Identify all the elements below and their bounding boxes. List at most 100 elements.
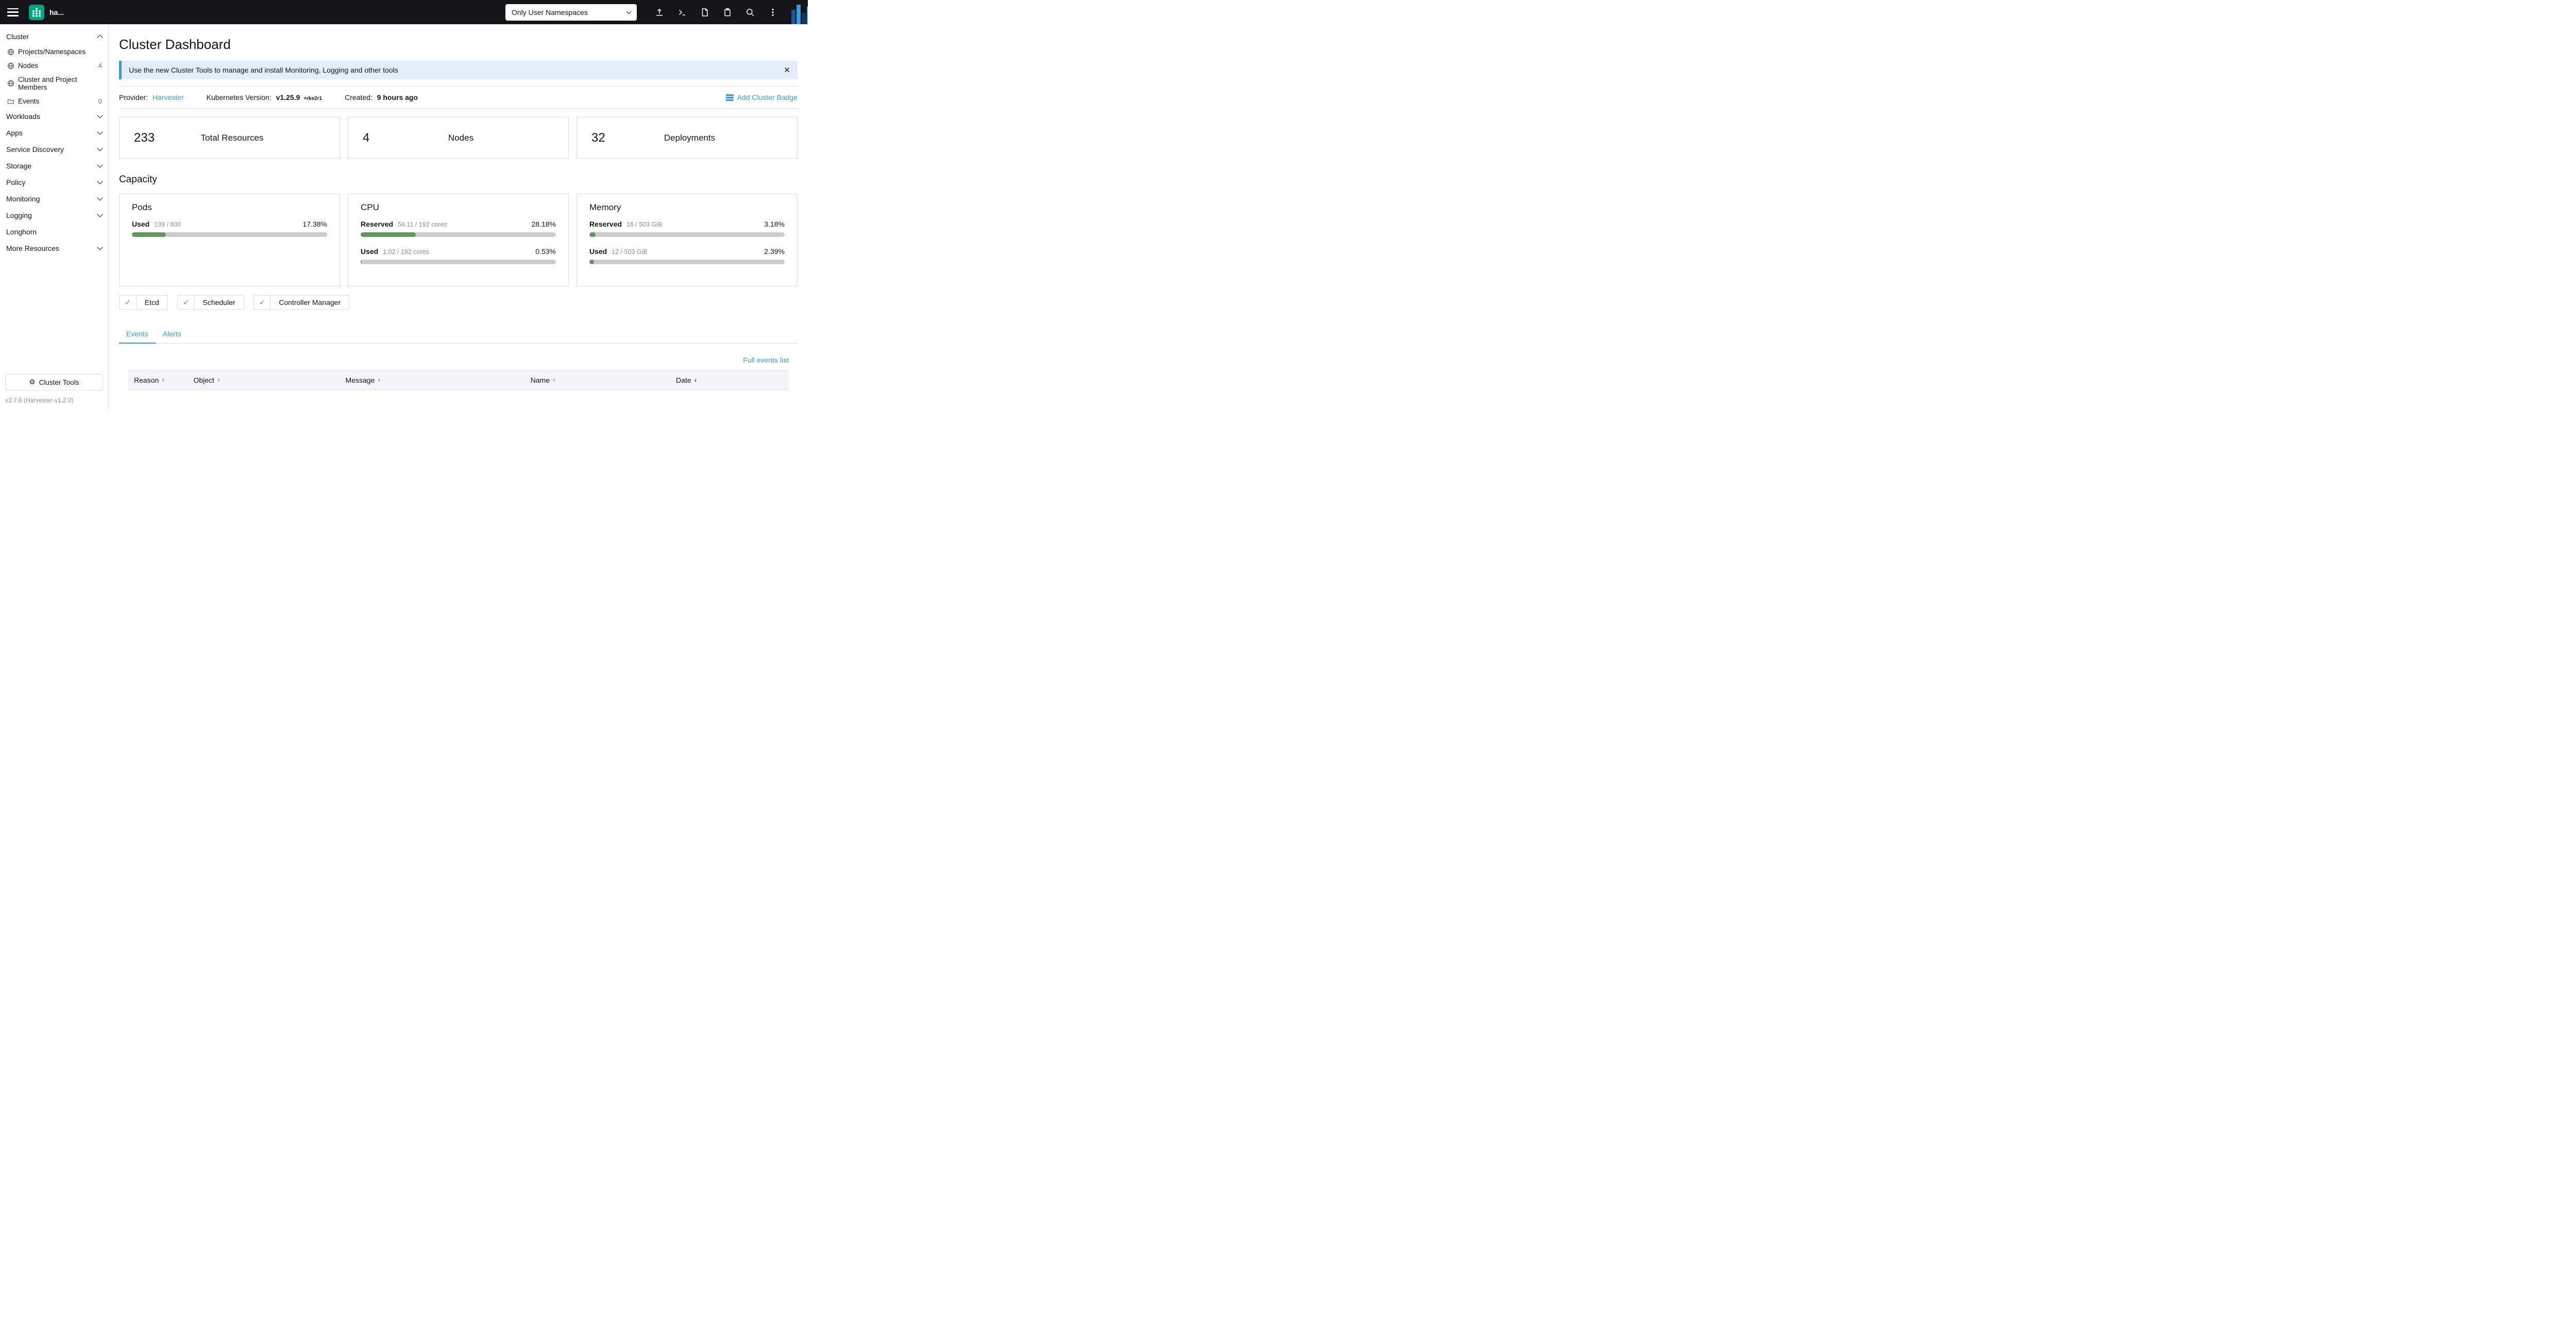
capacity-card-title: CPU [361, 202, 556, 213]
sidebar-group-monitoring[interactable]: Monitoring [0, 191, 108, 207]
gear-icon: ⚙ [29, 378, 36, 386]
namespace-filter-value: Only User Namespaces [512, 8, 588, 16]
capacity-card-memory: Memory Reserved 16 / 503 GiB 3.18% Used … [577, 194, 798, 286]
sidebar-group-cluster[interactable]: Cluster [0, 28, 108, 45]
tab-events[interactable]: Events [119, 325, 156, 344]
cpu-used-progress [361, 260, 556, 264]
folder-icon [7, 98, 14, 105]
provider-link[interactable]: Harvester [152, 93, 184, 101]
sidebar-group-label: Monitoring [6, 195, 40, 203]
column-header-name[interactable]: Name▲▼ [524, 371, 670, 390]
health-chip-etcd: ✓ Etcd [119, 295, 168, 310]
import-yaml-icon[interactable] [648, 1, 671, 24]
sort-icon: ▲▼ [217, 379, 221, 383]
sidebar-group-label: Service Discovery [6, 145, 64, 154]
globe-icon [7, 62, 14, 70]
check-icon: ✓ [120, 296, 137, 309]
capacity-metric-percent: 3.18% [764, 220, 785, 228]
globe-icon [7, 48, 14, 56]
chevron-down-icon [97, 129, 103, 134]
sidebar-item-label: Projects/Namespaces [18, 48, 86, 56]
badge-icon [726, 94, 734, 101]
add-cluster-badge-label: Add Cluster Badge [737, 93, 798, 101]
kubeconfig-file-icon[interactable] [693, 1, 716, 24]
sidebar-group-apps[interactable]: Apps [0, 125, 108, 141]
column-header-object[interactable]: Object▲▼ [187, 371, 339, 390]
full-events-list-link[interactable]: Full events list [743, 356, 789, 364]
tab-alerts[interactable]: Alerts [156, 325, 189, 344]
sidebar-group-service-discovery[interactable]: Service Discovery [0, 141, 108, 158]
stat-value: 4 [348, 131, 400, 145]
stat-label: Nodes [400, 133, 568, 143]
health-chip-label: Scheduler [194, 296, 243, 309]
sidebar-group-label: Workloads [6, 112, 40, 121]
sidebar-group-label: Logging [6, 211, 32, 219]
sidebar-item-longhorn[interactable]: Longhorn [0, 224, 108, 240]
copy-kubeconfig-icon[interactable] [716, 1, 739, 24]
sidebar-group-label: Apps [6, 129, 23, 137]
capacity-metric-label: Used [589, 247, 607, 255]
kebab-menu-icon[interactable] [761, 1, 784, 24]
sidebar-item-events[interactable]: Events 0 [0, 94, 108, 108]
sidebar-item-cluster-project-members[interactable]: Cluster and Project Members [0, 73, 108, 94]
sort-icon: ▲▼ [377, 379, 381, 383]
version-label: v2.7.6 (Harvester-v1.2.0) [0, 396, 108, 409]
check-icon: ✓ [178, 296, 195, 309]
sidebar-group-label: More Resources [6, 244, 59, 252]
sidebar-group-storage[interactable]: Storage [0, 158, 108, 174]
created-value: 9 hours ago [377, 93, 418, 101]
user-avatar[interactable] [791, 2, 808, 24]
cluster-tools-button[interactable]: ⚙ Cluster Tools [5, 374, 103, 390]
kubectl-shell-icon[interactable] [671, 1, 693, 24]
add-cluster-badge-link[interactable]: Add Cluster Badge [726, 93, 798, 101]
sidebar-item-count: 4 [98, 62, 102, 70]
close-icon[interactable]: ✕ [784, 66, 790, 74]
sidebar: Cluster Projects/Namespaces Nodes 4 Clus… [0, 24, 109, 409]
capacity-metric-percent: 2.39% [764, 247, 785, 255]
kubernetes-version-suffix: +rke2r1 [303, 96, 322, 101]
harvester-logo-icon[interactable] [29, 5, 44, 20]
sidebar-item-label: Nodes [18, 62, 38, 70]
sidebar-item-label: Cluster and Project Members [18, 76, 102, 91]
stats-row: 233 Total Resources 4 Nodes 32 Deploymen… [119, 117, 798, 159]
capacity-title: Capacity [119, 174, 798, 185]
chevron-down-icon [97, 211, 103, 217]
health-chips: ✓ Etcd ✓ Scheduler ✓ Controller Manager [119, 295, 798, 310]
sidebar-item-nodes[interactable]: Nodes 4 [0, 59, 108, 73]
capacity-metric-detail: 12 / 503 GiB [612, 248, 648, 255]
kubernetes-version-label: Kubernetes Version: [207, 93, 272, 101]
sidebar-item-projects-namespaces[interactable]: Projects/Namespaces [0, 45, 108, 59]
capacity-metric-detail: 139 / 800 [154, 221, 181, 228]
cpu-reserved-progress [361, 232, 556, 237]
capacity-card-pods: Pods Used 139 / 800 17.38% [119, 194, 340, 286]
column-header-date[interactable]: Date▲▼ [670, 371, 789, 390]
capacity-metric-detail: 54.11 / 192 cores [398, 221, 447, 228]
provider-label: Provider: [119, 93, 148, 101]
chevron-down-icon [626, 9, 632, 14]
sidebar-group-more-resources[interactable]: More Resources [0, 240, 108, 257]
memory-reserved-progress [589, 232, 785, 237]
events-tabs: Events Alerts [119, 325, 798, 344]
check-icon: ✓ [254, 296, 271, 309]
chevron-down-icon [97, 145, 103, 151]
hamburger-menu-icon[interactable] [7, 8, 19, 16]
stat-card-nodes: 4 Nodes [348, 117, 569, 159]
column-header-reason[interactable]: Reason▲▼ [128, 371, 187, 390]
chevron-down-icon [97, 244, 103, 250]
top-bar: ha... Only User Namespaces [0, 0, 808, 24]
sort-icon: ▲▼ [161, 379, 165, 383]
sidebar-group-label: Storage [6, 162, 31, 170]
sidebar-group-logging[interactable]: Logging [0, 207, 108, 224]
capacity-metric-percent: 17.38% [303, 220, 327, 228]
capacity-metric-detail: 16 / 503 GiB [626, 221, 663, 228]
namespace-filter-select[interactable]: Only User Namespaces [505, 4, 637, 21]
sidebar-group-policy[interactable]: Policy [0, 174, 108, 191]
column-header-message[interactable]: Message▲▼ [340, 371, 524, 390]
glance-row: Provider: Harvester Kubernetes Version: … [119, 93, 798, 101]
search-icon[interactable] [739, 1, 761, 24]
sidebar-group-workloads[interactable]: Workloads [0, 108, 108, 125]
stat-label: Total Resources [171, 133, 340, 143]
sidebar-item-count: 0 [98, 97, 102, 105]
created-label: Created: [345, 93, 372, 101]
page-title: Cluster Dashboard [119, 37, 798, 53]
